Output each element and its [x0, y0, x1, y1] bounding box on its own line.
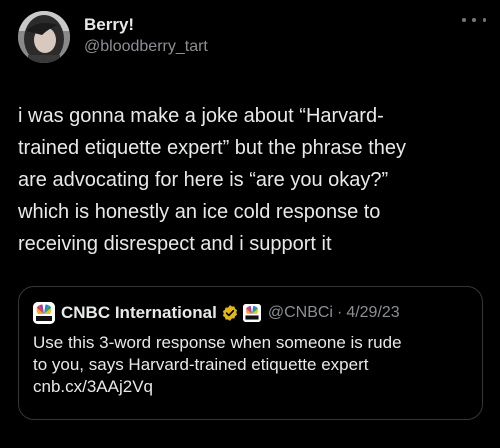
- quoted-tweet-header: CNBC International @CNBCi · 4/29/23: [33, 301, 472, 325]
- quoted-date[interactable]: 4/29/23: [346, 304, 399, 322]
- quoted-handle[interactable]: @CNBCi: [268, 304, 333, 322]
- more-icon[interactable]: [462, 12, 486, 28]
- tweet[interactable]: Berry! @bloodberry_tart i was gonna make…: [0, 0, 500, 448]
- author-display-name[interactable]: Berry!: [84, 15, 134, 35]
- separator-dot: ·: [336, 304, 343, 321]
- dot: [462, 18, 466, 22]
- quoted-display-name[interactable]: CNBC International: [61, 303, 217, 323]
- dot: [482, 18, 486, 22]
- avatar-image: [18, 11, 70, 63]
- verified-gold-icon: [222, 305, 237, 321]
- quoted-tweet[interactable]: CNBC International @CNBCi · 4/29/23 Use …: [18, 286, 483, 420]
- cnbc-affiliate-badge[interactable]: [242, 304, 261, 322]
- quoted-tweet-text: Use this 3-word response when someone is…: [33, 333, 402, 396]
- cnbc-logo[interactable]: [33, 302, 55, 324]
- tweet-text: i was gonna make a joke about “Harvard- …: [18, 105, 407, 255]
- author-handle[interactable]: @bloodberry_tart: [84, 37, 208, 57]
- avatar[interactable]: [18, 11, 70, 63]
- dot: [472, 18, 476, 22]
